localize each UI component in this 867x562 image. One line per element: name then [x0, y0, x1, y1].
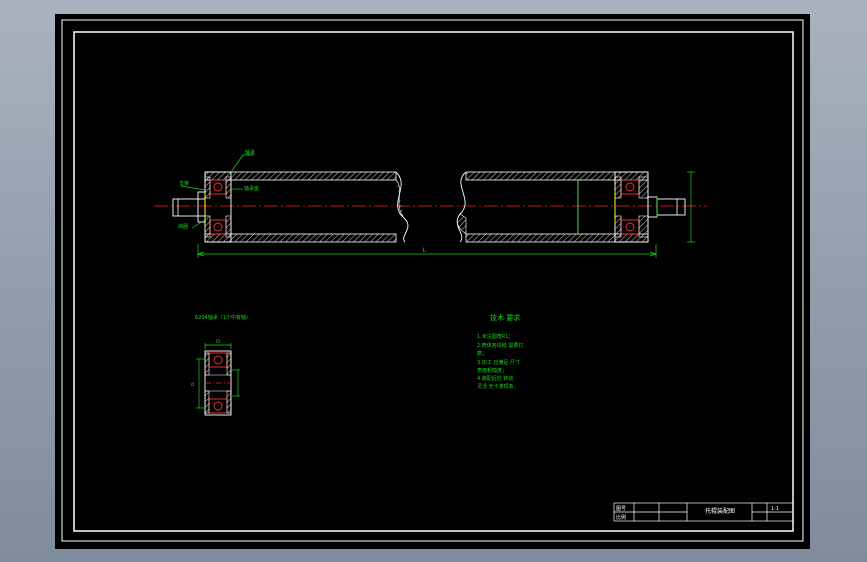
bearing-left — [209, 179, 227, 195]
roller-right-section — [456, 171, 686, 243]
callout-left-end: 支架 — [179, 180, 189, 187]
callout-shaft-top: 轴承 — [245, 149, 255, 156]
inner-border — [73, 31, 794, 532]
tech-requirements: 技术 要求 1.未注圆角R1； 2.筒体各焊缝 需要打 磨； 3.加工 应满足 … — [477, 313, 523, 390]
tech-line-1: 1.未注圆角R1； — [477, 333, 513, 340]
detail-dim-left: d — [191, 382, 194, 388]
outer-border — [61, 19, 804, 542]
detail-title: 6204轴承（1个中有轴） — [195, 314, 251, 321]
tech-line-4: 3.加工 应满足 尺寸 — [477, 359, 520, 366]
callout-bearing: 轴承座 — [244, 185, 259, 192]
tech-line-5: 表面粗糙度； — [477, 367, 507, 374]
dimension-lines — [180, 154, 695, 258]
tech-line-6: 4.装配后应 转动 — [477, 375, 513, 382]
bearing-right — [620, 179, 640, 195]
title-block — [613, 502, 794, 522]
tech-line-3: 磨； — [477, 350, 487, 357]
title-block-name: 托辊装配图 — [705, 507, 735, 515]
title-block-scale: 1:1 — [771, 506, 779, 512]
shaft-right — [656, 198, 686, 216]
overall-dimension: L — [422, 247, 426, 254]
cad-drawing: L 轴承 支架 轴承座 挡圈 6204轴承（1个中有轴） D d 技术 要求 1… — [61, 19, 804, 542]
title-block-label-a: 图号 — [616, 506, 626, 512]
title-block-label-b: 比例 — [616, 514, 626, 521]
detail-dim-top: D — [216, 339, 220, 345]
tech-title: 技术 要求 — [490, 313, 520, 322]
roller-left-section — [172, 171, 409, 243]
callout-left-bottom: 挡圈 — [178, 223, 188, 230]
tech-line-7: 灵活 无卡滞现象。 — [477, 383, 519, 390]
bearing-detail — [204, 350, 232, 416]
tech-line-2: 2.筒体各焊缝 需要打 — [477, 342, 523, 349]
drawing-sheet: L 轴承 支架 轴承座 挡圈 6204轴承（1个中有轴） D d 技术 要求 1… — [55, 14, 810, 549]
